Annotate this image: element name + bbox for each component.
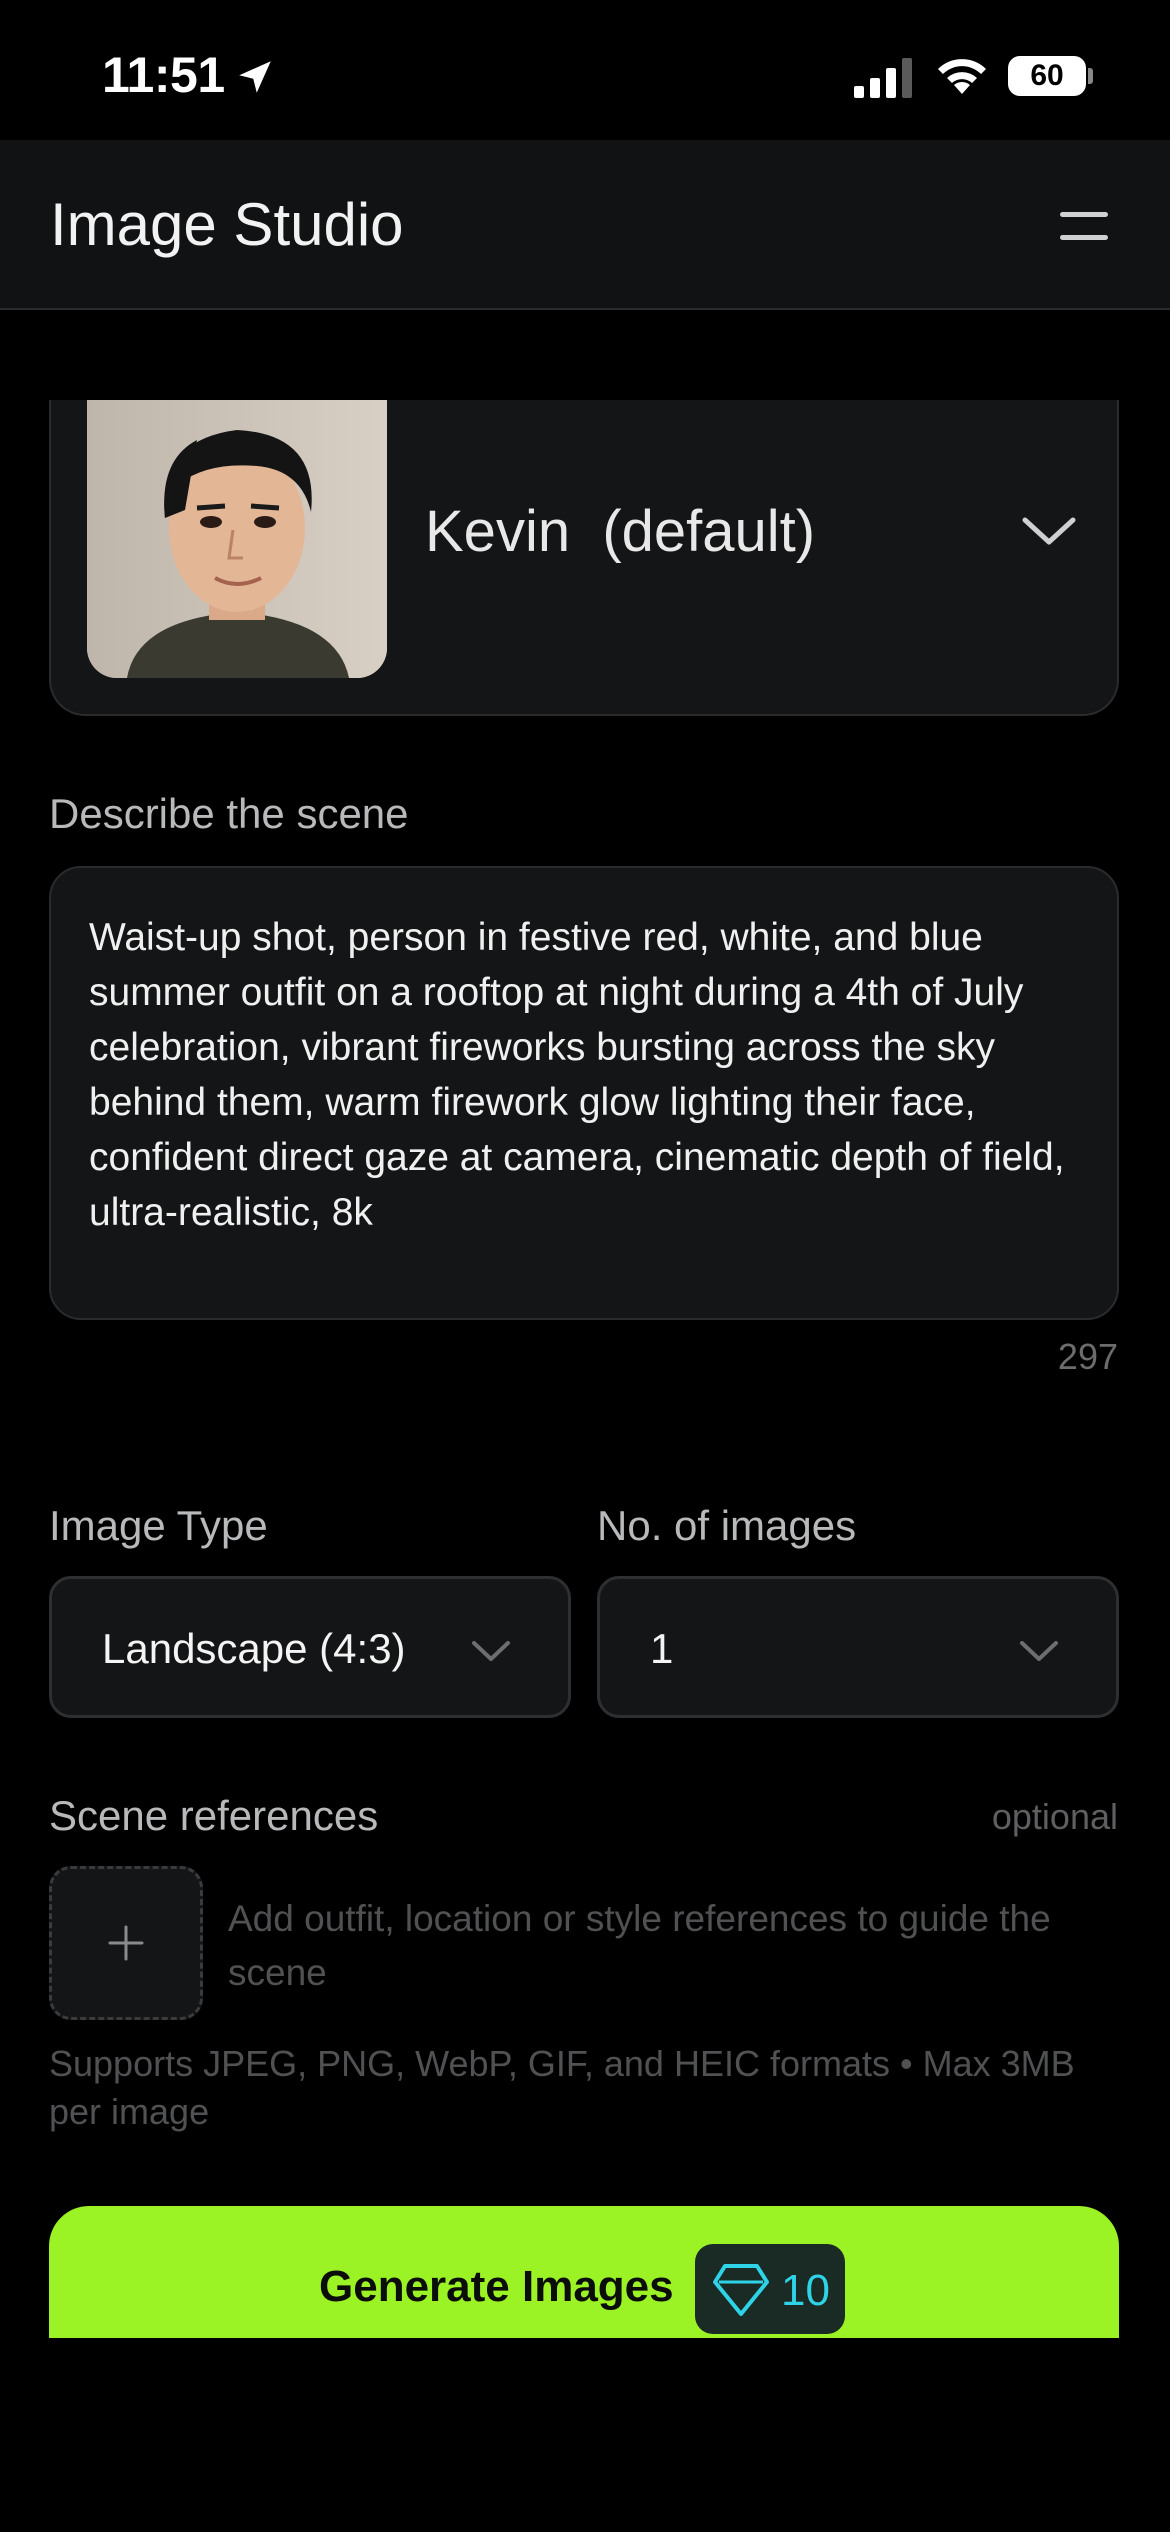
wifi-icon — [938, 59, 986, 94]
image-type-select[interactable]: Landscape (4:3) — [49, 1576, 571, 1718]
char-count: 297 — [1057, 1336, 1118, 1377]
num-images-value: 1 — [650, 1625, 674, 1672]
image-type-label: Image Type — [49, 1502, 268, 1549]
num-images-label: No. of images — [597, 1502, 857, 1549]
app-header: Image Studio — [0, 140, 1170, 310]
status-time: 11:51 — [102, 47, 225, 103]
optional-label: optional — [991, 1796, 1118, 1837]
avatar-portrait — [87, 400, 387, 678]
num-images-select[interactable]: 1 — [597, 1576, 1119, 1718]
image-type-value: Landscape (4:3) — [102, 1625, 406, 1672]
references-label: Scene references — [49, 1792, 379, 1839]
location-arrow-icon — [239, 61, 271, 93]
profile-name: Kevin (default) — [425, 499, 816, 564]
references-hint: Add outfit, location or style references… — [228, 1898, 1051, 1993]
menu-button[interactable] — [1056, 206, 1112, 246]
gem-icon — [713, 2264, 769, 2316]
hamburger-menu-icon — [1060, 212, 1108, 217]
chevron-down-icon — [472, 1641, 510, 1661]
chevron-down-icon[interactable] — [1021, 514, 1077, 548]
formats-note: Supports JPEG, PNG, WebP, GIF, and HEIC … — [49, 2043, 1075, 2132]
battery-level: 60 — [1030, 59, 1064, 92]
avatar — [87, 400, 387, 678]
chevron-down-icon — [1020, 1641, 1058, 1661]
scene-textarea[interactable]: Waist-up shot, person in festive red, wh… — [49, 866, 1119, 1320]
credit-cost-badge: 10 — [695, 2244, 845, 2334]
battery-nub — [1088, 68, 1093, 84]
scene-label: Describe the scene — [49, 790, 409, 837]
page-title: Image Studio — [50, 191, 404, 258]
hamburger-menu-icon — [1060, 235, 1108, 240]
generate-images-button[interactable]: Generate Images 10 — [49, 2206, 1119, 2338]
generate-label: Generate Images — [319, 2262, 674, 2311]
battery-icon: 60 — [1008, 56, 1086, 96]
status-bar: 11:51 60 — [0, 0, 1170, 140]
add-reference-button[interactable] — [49, 1866, 203, 2020]
credit-cost: 10 — [781, 2266, 830, 2315]
plus-icon — [108, 1925, 144, 1961]
cellular-signal-icon — [854, 58, 912, 98]
scene-text[interactable]: Waist-up shot, person in festive red, wh… — [89, 910, 1089, 1240]
profile-selector[interactable]: Kevin (default) — [49, 400, 1119, 716]
